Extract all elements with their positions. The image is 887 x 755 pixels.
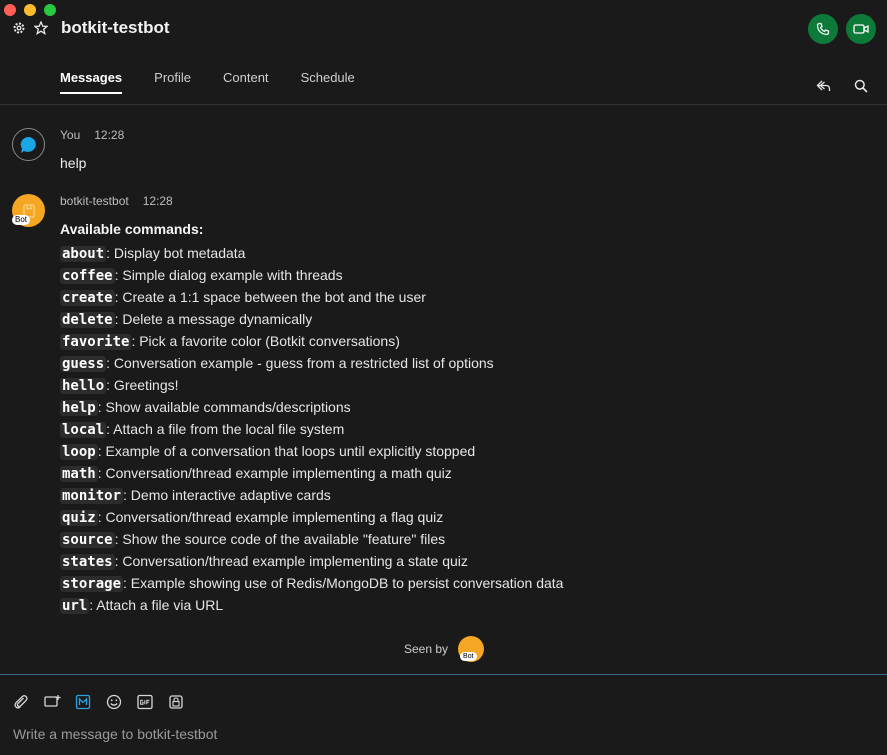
command-name: create <box>60 290 115 306</box>
command-desc: : Demo interactive adaptive cards <box>123 487 331 503</box>
command-desc: : Conversation/thread example implementi… <box>114 553 468 569</box>
compose-toolbar <box>12 693 185 711</box>
command-name: loop <box>60 444 98 460</box>
command-row: url: Attach a file via URL <box>60 595 563 617</box>
command-row: create: Create a 1:1 space between the b… <box>60 287 563 309</box>
command-desc: : Delete a message dynamically <box>114 311 313 327</box>
command-name: help <box>60 400 98 416</box>
command-row: loop: Example of a conversation that loo… <box>60 441 563 463</box>
command-row: hello: Greetings! <box>60 375 563 397</box>
seen-by-label: Seen by <box>404 642 449 656</box>
command-desc: : Pick a favorite color (Botkit conversa… <box>131 333 400 349</box>
command-name: hello <box>60 378 107 394</box>
command-desc: : Example of a conversation that loops u… <box>97 443 476 459</box>
phone-icon <box>816 22 830 36</box>
tab-divider <box>0 104 887 105</box>
command-list-heading: Available commands: <box>60 221 204 237</box>
command-row: monitor: Demo interactive adaptive cards <box>60 485 563 507</box>
gif-icon[interactable] <box>136 693 154 711</box>
command-row: coffee: Simple dialog example with threa… <box>60 265 563 287</box>
tab-content[interactable]: Content <box>223 70 269 94</box>
command-row: delete: Delete a message dynamically <box>60 309 563 331</box>
tab-messages[interactable]: Messages <box>60 70 123 94</box>
markdown-icon[interactable] <box>74 693 92 711</box>
star-icon[interactable] <box>33 20 49 36</box>
compose-divider <box>0 674 887 675</box>
command-row: help: Show available commands/descriptio… <box>60 397 563 419</box>
message-text: help <box>60 155 87 171</box>
command-desc: : Attach a file via URL <box>89 597 224 613</box>
command-desc: : Attach a file from the local file syst… <box>106 421 345 437</box>
seen-avatar[interactable]: Bot <box>458 636 485 662</box>
command-name: source <box>60 532 115 548</box>
call-controls <box>808 14 876 44</box>
message-input[interactable]: Write a message to botkit-testbot <box>13 726 217 742</box>
command-desc: : Greetings! <box>106 377 179 393</box>
maximize-window-button[interactable] <box>44 4 56 16</box>
header: botkit-testbot <box>11 18 170 38</box>
command-name: states <box>60 554 115 570</box>
sender-name[interactable]: botkit-testbot <box>60 194 129 208</box>
command-name: guess <box>60 356 107 372</box>
gear-icon[interactable] <box>11 20 27 36</box>
command-name: math <box>60 466 98 482</box>
command-name: local <box>60 422 107 438</box>
command-row: math: Conversation/thread example implem… <box>60 463 563 485</box>
command-row: source: Show the source code of the avai… <box>60 529 563 551</box>
tab-profile[interactable]: Profile <box>154 70 191 94</box>
command-name: about <box>60 246 107 262</box>
minimize-window-button[interactable] <box>24 4 36 16</box>
video-icon <box>853 24 869 34</box>
message-time: 12:28 <box>142 194 173 208</box>
audio-call-button[interactable] <box>808 14 838 44</box>
command-row: about: Display bot metadata <box>60 243 563 265</box>
command-desc: : Create a 1:1 space between the bot and… <box>114 289 426 305</box>
command-name: delete <box>60 312 115 328</box>
message-time: 12:28 <box>94 128 125 142</box>
whiteboard-icon[interactable] <box>43 693 61 711</box>
command-row: local: Attach a file from the local file… <box>60 419 563 441</box>
tab-schedule[interactable]: Schedule <box>301 70 355 94</box>
command-name: monitor <box>60 488 124 504</box>
emoji-icon[interactable] <box>105 693 123 711</box>
bot-tag: Bot <box>12 215 31 225</box>
avatar[interactable] <box>12 128 45 161</box>
command-row: storage: Example showing use of Redis/Mo… <box>60 573 563 595</box>
read-receipt: Seen by Bot <box>404 636 485 662</box>
command-name: url <box>60 598 90 614</box>
chat-bubble-icon <box>20 136 36 153</box>
sender-name[interactable]: You <box>60 128 80 142</box>
command-desc: : Simple dialog example with threads <box>114 267 343 283</box>
command-desc: : Example showing use of Redis/MongoDB t… <box>123 575 564 591</box>
command-desc: : Conversation example - guess from a re… <box>106 355 494 371</box>
command-desc: : Display bot metadata <box>106 245 246 261</box>
close-window-button[interactable] <box>4 4 16 16</box>
command-row: quiz: Conversation/thread example implem… <box>60 507 563 529</box>
command-row: guess: Conversation example - guess from… <box>60 353 563 375</box>
search-icon[interactable] <box>853 78 869 94</box>
window-controls <box>4 4 56 16</box>
message-meta: botkit-testbot 12:28 <box>60 194 173 208</box>
tab-bar: Messages Profile Content Schedule <box>60 70 387 94</box>
command-name: quiz <box>60 510 98 526</box>
command-row: states: Conversation/thread example impl… <box>60 551 563 573</box>
command-list: Available commands: about: Display bot m… <box>60 221 563 617</box>
command-name: storage <box>60 576 124 592</box>
space-title: botkit-testbot <box>61 18 170 37</box>
bot-avatar[interactable]: Bot <box>12 194 45 227</box>
command-row: favorite: Pick a favorite color (Botkit … <box>60 331 563 353</box>
lock-icon[interactable] <box>167 693 185 711</box>
tab-tools <box>815 78 869 94</box>
command-desc: : Show available commands/descriptions <box>97 399 351 415</box>
command-desc: : Show the source code of the available … <box>114 531 446 547</box>
share-icon[interactable] <box>815 78 831 94</box>
bot-tag: Bot <box>460 652 477 661</box>
message-meta: You 12:28 <box>60 128 124 142</box>
command-name: favorite <box>60 334 132 350</box>
video-call-button[interactable] <box>846 14 876 44</box>
attach-icon[interactable] <box>12 693 30 711</box>
command-desc: : Conversation/thread example implementi… <box>97 509 444 525</box>
command-desc: : Conversation/thread example implementi… <box>97 465 452 481</box>
command-name: coffee <box>60 268 115 284</box>
